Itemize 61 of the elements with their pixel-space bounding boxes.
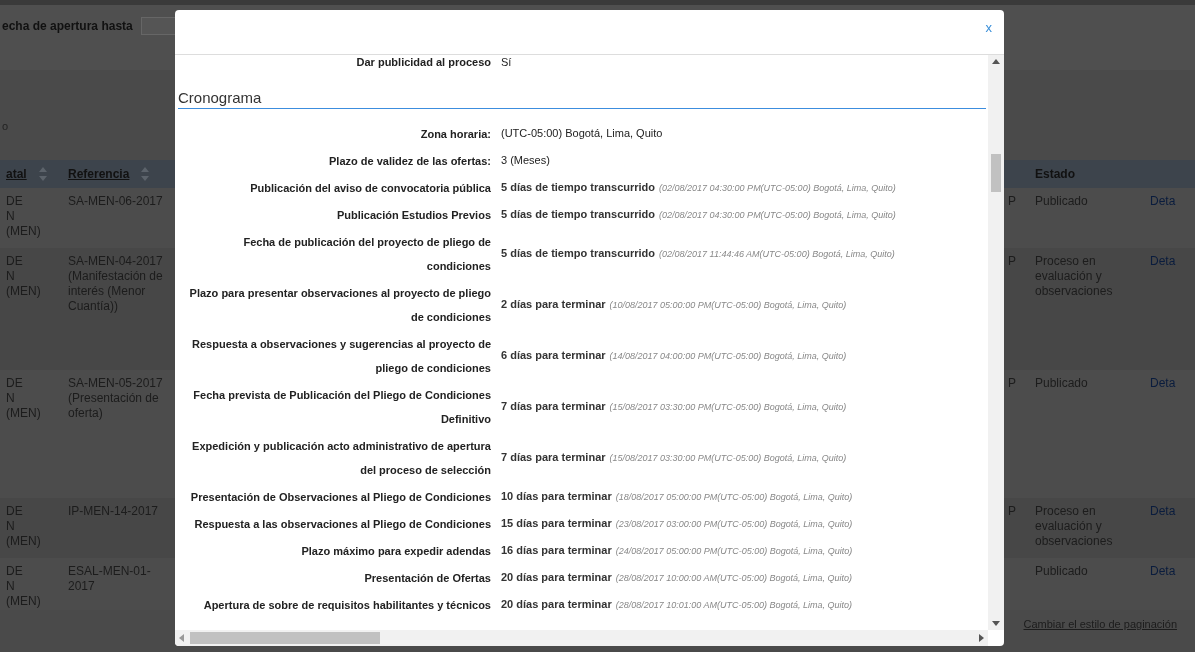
date-note: (10/08/2017 05:00:00 PM(UTC-05:00) Bogotá, Lima, Quito)	[609, 299, 847, 313]
field-label: Respuesta a observaciones y sugerencias al proyecto de pliego de condiciones	[191, 336, 491, 376]
field-label: Presentación de Observaciones al Pliego de Condiciones	[189, 489, 491, 505]
date-note: (28/08/2017 10:00:00 AM(UTC-05:00) Bogotá, Lima, Quito)	[615, 572, 852, 586]
left-arrow-icon[interactable]	[179, 634, 184, 642]
field-value: 20 días para terminar	[501, 597, 612, 613]
detail-link[interactable]: Deta	[1150, 194, 1176, 208]
scroll-thumb[interactable]	[190, 632, 380, 644]
date-note: (18/08/2017 05:00:00 PM(UTC-05:00) Bogotá, Lima, Quito)	[615, 491, 853, 505]
field-value: 3 (Meses)	[501, 153, 550, 169]
field-value: 20 días para terminar	[501, 570, 612, 586]
detail-link[interactable]: Deta	[1150, 376, 1176, 390]
field-label: Apertura de sobre de requisitos habilitantes y técnicos	[202, 597, 491, 613]
detail-link[interactable]: Deta	[1150, 254, 1176, 268]
field-label: Publicación Estudios Previos	[335, 207, 491, 223]
scroll-thumb[interactable]	[991, 154, 1001, 192]
field-label: Respuesta a las observaciones al Pliego de Condiciones	[193, 516, 491, 532]
column-header[interactable]: Referencia	[68, 165, 130, 183]
vertical-scrollbar[interactable]	[988, 55, 1004, 630]
horizontal-scrollbar[interactable]	[175, 630, 988, 646]
date-note: (02/08/2017 04:30:00 PM(UTC-05:00) Bogotá, Lima, Quito)	[659, 182, 896, 196]
section-title: Cronograma	[178, 89, 262, 107]
date-note: (14/08/2017 04:00:00 PM(UTC-05:00) Bogotá, Lima, Quito)	[609, 350, 847, 364]
field-label: Expedición y publicación acto administrativo de apertura del proceso de selección	[191, 438, 491, 478]
column-header: Estado	[1035, 166, 1075, 183]
field-value: 7 días para terminar	[501, 450, 606, 466]
field-label: Publicación del aviso de convocatoria pública	[249, 180, 491, 196]
field-value: 5 días de tiempo transcurrido	[501, 246, 656, 262]
field-label: Fecha prevista de Publicación del Pliego de Condiciones Definitivo	[192, 387, 491, 427]
date-note: (15/08/2017 03:30:00 PM(UTC-05:00) Bogotá, Lima, Quito)	[609, 401, 847, 415]
field-value: 15 días para terminar	[501, 516, 612, 532]
field-label: Fecha de publicación del proyecto de pliego de condiciones	[242, 234, 491, 274]
detail-link[interactable]: Deta	[1150, 564, 1176, 578]
field-label: Plazo de validez de las ofertas:	[328, 153, 491, 169]
field-value: 6 días para terminar	[501, 348, 606, 364]
date-note: (15/08/2017 03:30:00 PM(UTC-05:00) Bogotá, Lima, Quito)	[609, 452, 847, 466]
field-label: Plazo para presentar observaciones al proyecto de pliego de condiciones	[188, 285, 491, 325]
right-arrow-icon[interactable]	[979, 634, 984, 642]
field-label: Plazo máximo para expedir adendas	[300, 543, 491, 559]
date-note: (02/08/2017 11:44:46 AM(UTC-05:00) Bogotá, Lima, Quito)	[659, 248, 895, 262]
field-value: 5 días de tiempo transcurrido	[501, 207, 656, 223]
detail-link[interactable]: Deta	[1150, 504, 1176, 518]
field-value: 5 días de tiempo transcurrido	[501, 180, 656, 196]
up-arrow-icon[interactable]	[992, 59, 1000, 64]
field-label: Dar publicidad al proceso	[355, 55, 491, 70]
date-note: (02/08/2017 04:30:00 PM(UTC-05:00) Bogotá, Lima, Quito)	[659, 209, 896, 223]
filter-label: echa de apertura hasta	[2, 18, 133, 35]
field-label: Presentación de Ofertas	[363, 570, 491, 586]
field-value: (UTC-05:00) Bogotá, Lima, Quito	[501, 126, 663, 142]
date-note: (24/08/2017 05:00:00 PM(UTC-05:00) Bogotá, Lima, Quito)	[615, 545, 853, 559]
field-value: 7 días para terminar	[501, 399, 606, 415]
field-value: Sí	[501, 55, 512, 70]
field-label: Zona horaria:	[419, 126, 491, 142]
close-button[interactable]: x	[981, 18, 996, 38]
field-value: 10 días para terminar	[501, 489, 612, 505]
down-arrow-icon[interactable]	[992, 621, 1000, 626]
field-value: 16 días para terminar	[501, 543, 612, 559]
date-note: (23/08/2017 03:00:00 PM(UTC-05:00) Bogotá, Lima, Quito)	[615, 518, 853, 532]
date-note: (28/08/2017 10:01:00 AM(UTC-05:00) Bogotá, Lima, Quito)	[615, 599, 852, 613]
field-value: 2 días para terminar	[501, 297, 606, 313]
column-header[interactable]: atal	[6, 165, 27, 183]
